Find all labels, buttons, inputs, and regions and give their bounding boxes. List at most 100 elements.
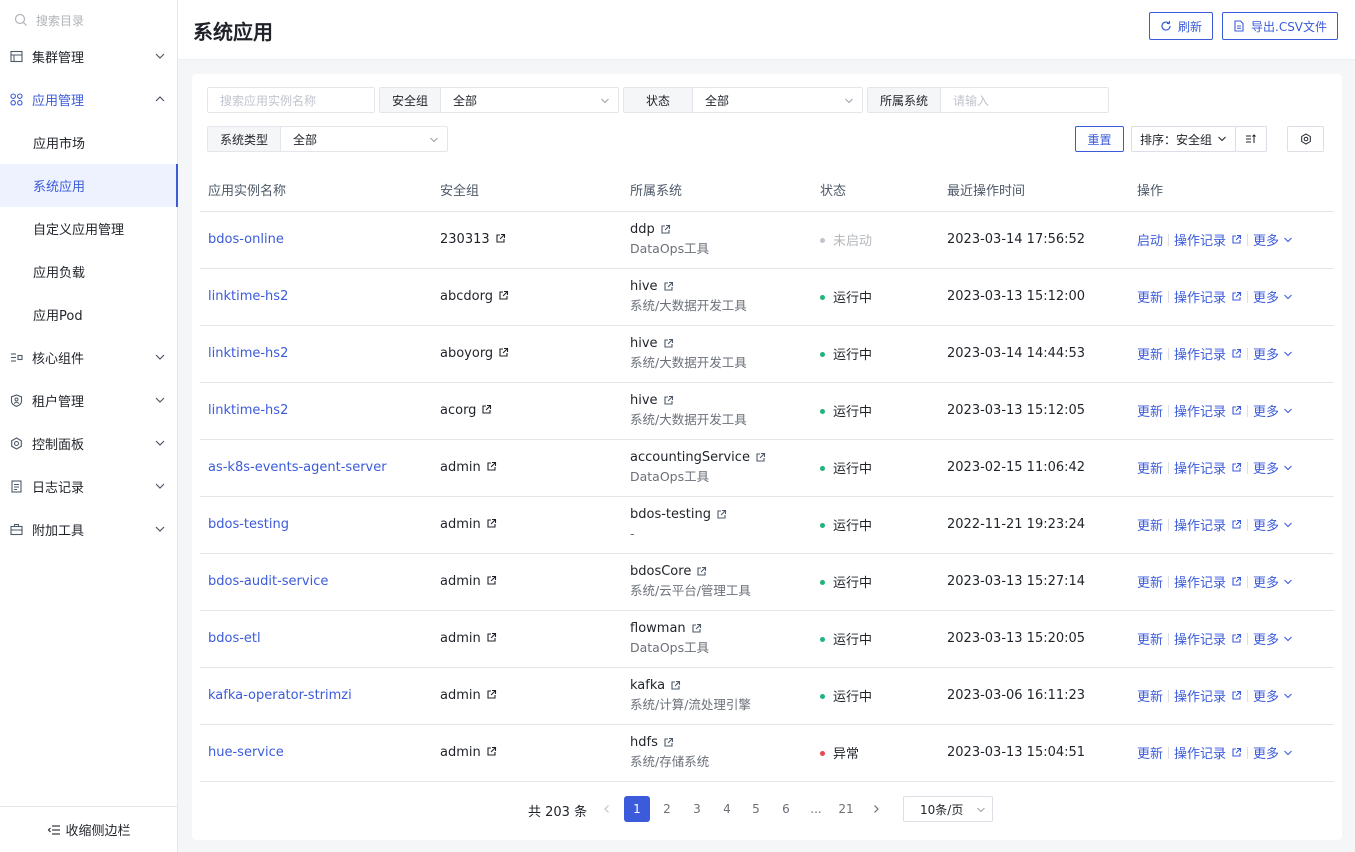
sidebar-item-tenant[interactable]: 租户管理 bbox=[0, 379, 178, 422]
app-instance-link[interactable]: bdos-etl bbox=[208, 631, 261, 646]
external-link-icon[interactable] bbox=[1231, 462, 1242, 473]
column-header[interactable]: 应用实例名称 bbox=[200, 168, 432, 212]
more-actions-button[interactable]: 更多 bbox=[1253, 401, 1279, 420]
external-link-icon[interactable] bbox=[498, 290, 509, 301]
operation-log-link[interactable]: 操作记录 bbox=[1174, 344, 1226, 363]
sidebar-subitem-app-workload[interactable]: 应用负载 bbox=[0, 250, 178, 293]
page-ellipsis[interactable]: ... bbox=[803, 796, 829, 822]
status-select[interactable]: 全部 bbox=[693, 88, 862, 112]
external-link-icon[interactable] bbox=[1231, 291, 1242, 302]
sidebar-item-logs[interactable]: 日志记录 bbox=[0, 465, 178, 508]
sidebar-item-tools[interactable]: 附加工具 bbox=[0, 508, 178, 551]
sort-select[interactable]: 排序：安全组 bbox=[1131, 126, 1236, 152]
external-link-icon[interactable] bbox=[486, 746, 497, 757]
external-link-icon[interactable] bbox=[691, 623, 702, 634]
next-page-button[interactable] bbox=[863, 796, 889, 822]
external-link-icon[interactable] bbox=[498, 347, 509, 358]
external-link-icon[interactable] bbox=[495, 233, 506, 244]
app-instance-link[interactable]: bdos-online bbox=[208, 232, 284, 247]
primary-action-button[interactable]: 启动 bbox=[1137, 230, 1163, 249]
external-link-icon[interactable] bbox=[486, 689, 497, 700]
page-size-select[interactable]: 10条/页 bbox=[903, 796, 993, 822]
external-link-icon[interactable] bbox=[486, 575, 497, 586]
primary-action-button[interactable]: 更新 bbox=[1137, 401, 1163, 420]
sidebar-item-cluster[interactable]: 集群管理 bbox=[0, 35, 178, 78]
more-actions-button[interactable]: 更多 bbox=[1253, 458, 1279, 477]
page-button[interactable]: 1 bbox=[624, 796, 650, 822]
sidebar-item-core-components[interactable]: 核心组件 bbox=[0, 336, 178, 379]
sidebar-item-app-management[interactable]: 应用管理 bbox=[0, 78, 178, 121]
export-csv-button[interactable]: 导出.CSV文件 bbox=[1222, 12, 1339, 40]
more-actions-button[interactable]: 更多 bbox=[1253, 743, 1279, 762]
app-instance-link[interactable]: as-k8s-events-agent-server bbox=[208, 460, 387, 475]
external-link-icon[interactable] bbox=[1231, 519, 1242, 530]
sidebar-subitem-custom-apps[interactable]: 自定义应用管理 bbox=[0, 207, 178, 250]
external-link-icon[interactable] bbox=[660, 224, 671, 235]
chevron-down-icon[interactable] bbox=[1283, 292, 1293, 302]
external-link-icon[interactable] bbox=[486, 461, 497, 472]
more-actions-button[interactable]: 更多 bbox=[1253, 572, 1279, 591]
system-type-filter[interactable]: 系统类型 全部 bbox=[207, 126, 448, 152]
security-group-filter[interactable]: 安全组 全部 bbox=[379, 87, 619, 113]
reset-button[interactable]: 重置 bbox=[1075, 126, 1124, 152]
status-filter[interactable]: 状态 全部 bbox=[623, 87, 863, 113]
external-link-icon[interactable] bbox=[486, 632, 497, 643]
sidebar-subitem-app-market[interactable]: 应用市场 bbox=[0, 121, 178, 164]
primary-action-button[interactable]: 更新 bbox=[1137, 629, 1163, 648]
sort-order-button[interactable] bbox=[1235, 126, 1267, 152]
external-link-icon[interactable] bbox=[696, 566, 707, 577]
name-search-input[interactable]: 搜索应用实例名称 bbox=[207, 87, 375, 113]
app-instance-link[interactable]: linktime-hs2 bbox=[208, 346, 288, 361]
chevron-down-icon[interactable] bbox=[1283, 520, 1293, 530]
column-header[interactable]: 安全组 bbox=[432, 168, 622, 212]
column-header[interactable]: 最近操作时间 bbox=[939, 168, 1129, 212]
page-button[interactable]: 5 bbox=[743, 796, 769, 822]
more-actions-button[interactable]: 更多 bbox=[1253, 287, 1279, 306]
sidebar-subitem-system-apps[interactable]: 系统应用 bbox=[0, 164, 178, 207]
page-button[interactable]: 3 bbox=[684, 796, 710, 822]
external-link-icon[interactable] bbox=[663, 338, 674, 349]
sidebar-subitem-app-pod[interactable]: 应用Pod bbox=[0, 293, 178, 336]
primary-action-button[interactable]: 更新 bbox=[1137, 686, 1163, 705]
external-link-icon[interactable] bbox=[755, 452, 766, 463]
prev-page-button[interactable] bbox=[594, 796, 620, 822]
page-button[interactable]: 2 bbox=[654, 796, 680, 822]
page-button[interactable]: 21 bbox=[833, 796, 859, 822]
refresh-button[interactable]: 刷新 bbox=[1149, 12, 1214, 40]
external-link-icon[interactable] bbox=[1231, 633, 1242, 644]
operation-log-link[interactable]: 操作记录 bbox=[1174, 458, 1226, 477]
chevron-down-icon[interactable] bbox=[1283, 406, 1293, 416]
operation-log-link[interactable]: 操作记录 bbox=[1174, 401, 1226, 420]
page-button[interactable]: 6 bbox=[773, 796, 799, 822]
security-group-select[interactable]: 全部 bbox=[441, 88, 618, 112]
more-actions-button[interactable]: 更多 bbox=[1253, 629, 1279, 648]
more-actions-button[interactable]: 更多 bbox=[1253, 230, 1279, 249]
primary-action-button[interactable]: 更新 bbox=[1137, 743, 1163, 762]
external-link-icon[interactable] bbox=[1231, 348, 1242, 359]
column-header[interactable]: 状态 bbox=[812, 168, 939, 212]
chevron-down-icon[interactable] bbox=[1283, 463, 1293, 473]
external-link-icon[interactable] bbox=[1231, 690, 1242, 701]
system-type-select[interactable]: 全部 bbox=[281, 127, 447, 151]
primary-action-button[interactable]: 更新 bbox=[1137, 458, 1163, 477]
chevron-down-icon[interactable] bbox=[1283, 634, 1293, 644]
external-link-icon[interactable] bbox=[1231, 747, 1242, 758]
external-link-icon[interactable] bbox=[1231, 405, 1242, 416]
sidebar-item-control-panel[interactable]: 控制面板 bbox=[0, 422, 178, 465]
external-link-icon[interactable] bbox=[663, 281, 674, 292]
operation-log-link[interactable]: 操作记录 bbox=[1174, 686, 1226, 705]
chevron-down-icon[interactable] bbox=[1283, 577, 1293, 587]
operation-log-link[interactable]: 操作记录 bbox=[1174, 287, 1226, 306]
more-actions-button[interactable]: 更多 bbox=[1253, 515, 1279, 534]
external-link-icon[interactable] bbox=[663, 737, 674, 748]
chevron-down-icon[interactable] bbox=[1283, 349, 1293, 359]
external-link-icon[interactable] bbox=[716, 509, 727, 520]
system-filter[interactable]: 所属系统 请输入 bbox=[867, 87, 1109, 113]
primary-action-button[interactable]: 更新 bbox=[1137, 515, 1163, 534]
external-link-icon[interactable] bbox=[1231, 576, 1242, 587]
external-link-icon[interactable] bbox=[663, 395, 674, 406]
more-actions-button[interactable]: 更多 bbox=[1253, 344, 1279, 363]
app-instance-link[interactable]: bdos-testing bbox=[208, 517, 289, 532]
operation-log-link[interactable]: 操作记录 bbox=[1174, 572, 1226, 591]
operation-log-link[interactable]: 操作记录 bbox=[1174, 230, 1226, 249]
